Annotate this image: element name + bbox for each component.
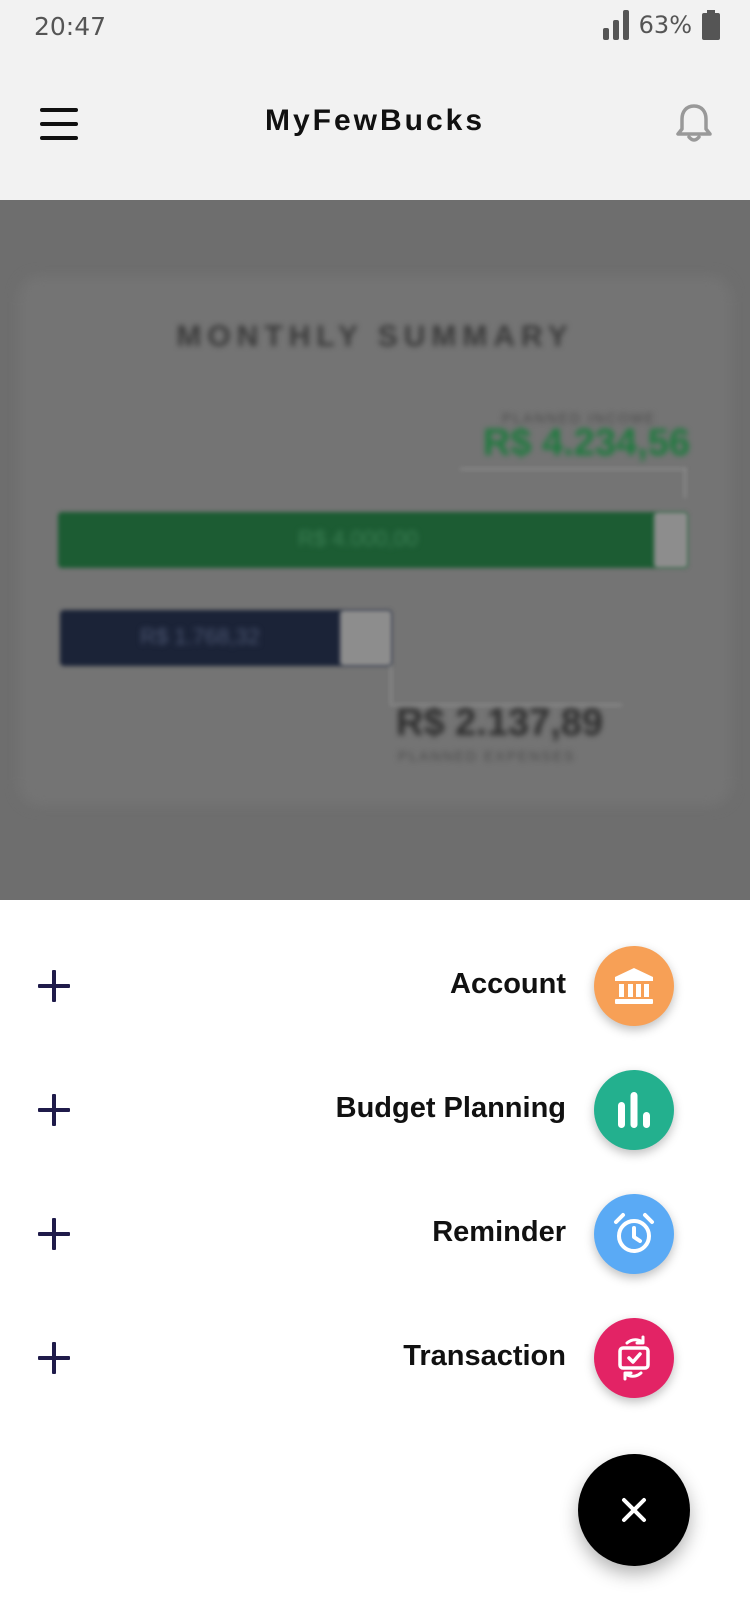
plus-icon[interactable] [38,970,70,1002]
add-account-button[interactable] [594,946,674,1026]
expense-bar-value: R$ 1.768,32 [140,624,260,649]
add-reminder-label[interactable]: Reminder [432,1216,566,1249]
add-reminder-row[interactable]: Reminder [0,1186,750,1282]
planned-expenses-value: R$ 2.137,89 [396,702,604,744]
close-fab-button[interactable] [578,1454,690,1566]
add-transaction-button[interactable] [594,1318,674,1398]
income-bar-remainder [654,512,688,568]
add-budget-planning-row[interactable]: Budget Planning [0,1062,750,1158]
plus-icon[interactable] [38,1218,70,1250]
income-bar-value: R$ 4.000,00 [298,526,418,551]
planned-income-value: R$ 4.234,56 [482,422,690,464]
planned-expenses-label: PLANNED EXPENSES [398,748,576,764]
dimmed-background[interactable]: MONTHLY SUMMARY PLANNED INCOME R$ 4.234,… [0,200,750,900]
add-account-row[interactable]: Account [0,938,750,1034]
add-budget-planning-label[interactable]: Budget Planning [336,1092,566,1125]
bar-chart-icon [618,1092,650,1128]
bank-icon [615,968,653,1004]
add-transaction-row[interactable]: Transaction [0,1310,750,1406]
app-title: MyFewBucks [264,104,486,137]
status-time: 20:47 [34,12,107,41]
signal-icon [602,10,629,40]
expense-connector [390,666,392,706]
battery-percentage: 63% [638,11,692,39]
plus-icon[interactable] [38,1342,70,1374]
income-connector [460,468,686,470]
money-exchange-icon [618,1335,650,1381]
add-account-label[interactable]: Account [450,968,566,1001]
status-bar: 20:47 63% [0,0,750,56]
add-budget-planning-button[interactable] [594,1070,674,1150]
add-transaction-label[interactable]: Transaction [403,1340,566,1373]
summary-title: MONTHLY SUMMARY [176,320,574,353]
close-icon [622,1498,646,1522]
plus-icon[interactable] [38,1094,70,1126]
add-reminder-button[interactable] [594,1194,674,1274]
status-indicators: 63% [602,10,720,40]
expense-bar-remainder [340,610,392,666]
app-header: MyFewBucks [0,56,750,200]
alarm-clock-icon [614,1213,654,1253]
battery-icon [702,10,720,40]
bell-icon[interactable] [674,102,714,144]
income-connector-tick [684,468,686,498]
